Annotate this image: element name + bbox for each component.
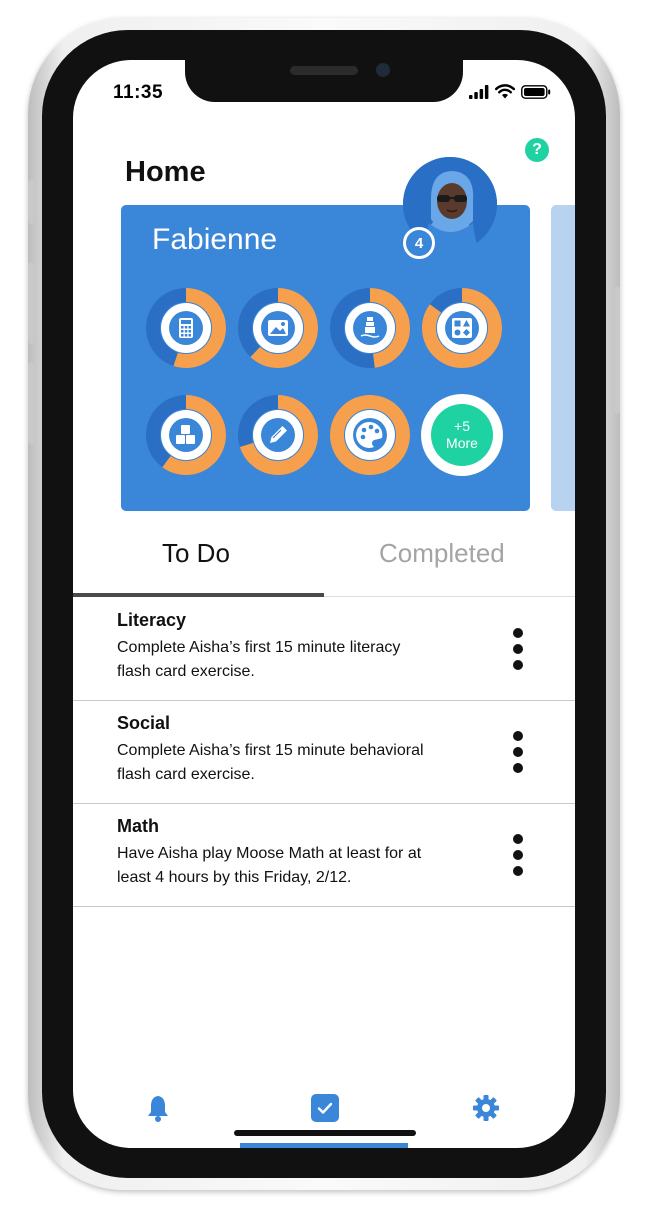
next-child-card[interactable] bbox=[551, 205, 575, 511]
volume-up-button bbox=[28, 262, 34, 344]
tab-bar-active-indicator bbox=[240, 1143, 408, 1148]
more-apps-badge: +5 More bbox=[431, 404, 493, 466]
palette-icon bbox=[353, 418, 387, 452]
tab-active-underline bbox=[73, 593, 324, 597]
child-name: Fabienne bbox=[152, 223, 278, 256]
page-title: Home bbox=[125, 156, 206, 188]
app-progress-pencil[interactable] bbox=[237, 394, 319, 476]
tab-todo[interactable]: To Do bbox=[162, 538, 230, 569]
tab-completed[interactable]: Completed bbox=[379, 538, 505, 569]
app-progress-blocks[interactable] bbox=[145, 394, 227, 476]
task-description: Complete Aisha’s first 15 minute literac… bbox=[117, 636, 477, 684]
app-progress-calculator[interactable] bbox=[145, 287, 227, 369]
status-icons bbox=[469, 84, 551, 99]
task-title: Literacy bbox=[117, 610, 187, 630]
app-progress-shapes[interactable] bbox=[421, 287, 503, 369]
shapes-icon bbox=[445, 311, 479, 345]
task-menu-button[interactable] bbox=[511, 834, 525, 876]
app-progress-lighthouse[interactable] bbox=[329, 287, 411, 369]
more-apps-button[interactable]: +5 More bbox=[421, 394, 503, 476]
lighthouse-icon bbox=[353, 311, 387, 345]
speaker-grille bbox=[290, 66, 358, 75]
volume-down-button bbox=[28, 362, 34, 444]
blocks-icon bbox=[169, 418, 203, 452]
task-tabs: To Do Completed bbox=[73, 538, 575, 598]
gear-icon[interactable] bbox=[472, 1094, 500, 1127]
front-camera bbox=[376, 63, 390, 77]
checklist-icon[interactable] bbox=[311, 1094, 339, 1122]
more-apps-count: +5 bbox=[454, 418, 470, 434]
home-indicator bbox=[234, 1130, 416, 1136]
task-description-line: Have Aisha play Moose Math at least for … bbox=[117, 845, 422, 862]
app-screen: 11:35 ? Home Fabienne +5 More 4 To Do Co… bbox=[73, 60, 575, 1148]
app-progress-palette[interactable] bbox=[329, 394, 411, 476]
task-title: Social bbox=[117, 713, 171, 733]
task-description-line: Complete Aisha’s first 15 minute literac… bbox=[117, 639, 401, 656]
wifi-icon bbox=[495, 84, 515, 99]
calculator-icon bbox=[169, 311, 203, 345]
task-description-line: flash card exercise. bbox=[117, 766, 255, 783]
task-row[interactable]: Literacy Complete Aisha’s first 15 minut… bbox=[73, 598, 575, 701]
app-progress-image[interactable] bbox=[237, 287, 319, 369]
task-menu-button[interactable] bbox=[511, 731, 525, 773]
bell-icon[interactable] bbox=[145, 1094, 171, 1127]
task-row[interactable]: Math Have Aisha play Moose Math at least… bbox=[73, 804, 575, 907]
power-button bbox=[614, 286, 620, 414]
signal-icon bbox=[469, 84, 489, 99]
mute-switch bbox=[28, 180, 34, 224]
task-title: Math bbox=[117, 816, 159, 836]
child-avatar[interactable]: 4 bbox=[403, 157, 497, 259]
battery-icon bbox=[521, 84, 551, 99]
task-description: Have Aisha play Moose Math at least for … bbox=[117, 842, 477, 890]
task-description-line: least 4 hours by this Friday, 2/12. bbox=[117, 869, 352, 886]
help-button[interactable]: ? bbox=[525, 138, 549, 162]
pencil-icon bbox=[261, 418, 295, 452]
status-time: 11:35 bbox=[113, 82, 164, 103]
more-apps-label: More bbox=[446, 435, 478, 451]
task-description: Complete Aisha’s first 15 minute behavio… bbox=[117, 739, 477, 787]
task-row[interactable]: Social Complete Aisha’s first 15 minute … bbox=[73, 701, 575, 804]
task-description-line: Complete Aisha’s first 15 minute behavio… bbox=[117, 742, 424, 759]
notch bbox=[185, 60, 463, 102]
task-menu-button[interactable] bbox=[511, 628, 525, 670]
image-icon bbox=[261, 311, 295, 345]
avatar-count-badge: 4 bbox=[403, 227, 435, 259]
task-description-line: flash card exercise. bbox=[117, 663, 255, 680]
